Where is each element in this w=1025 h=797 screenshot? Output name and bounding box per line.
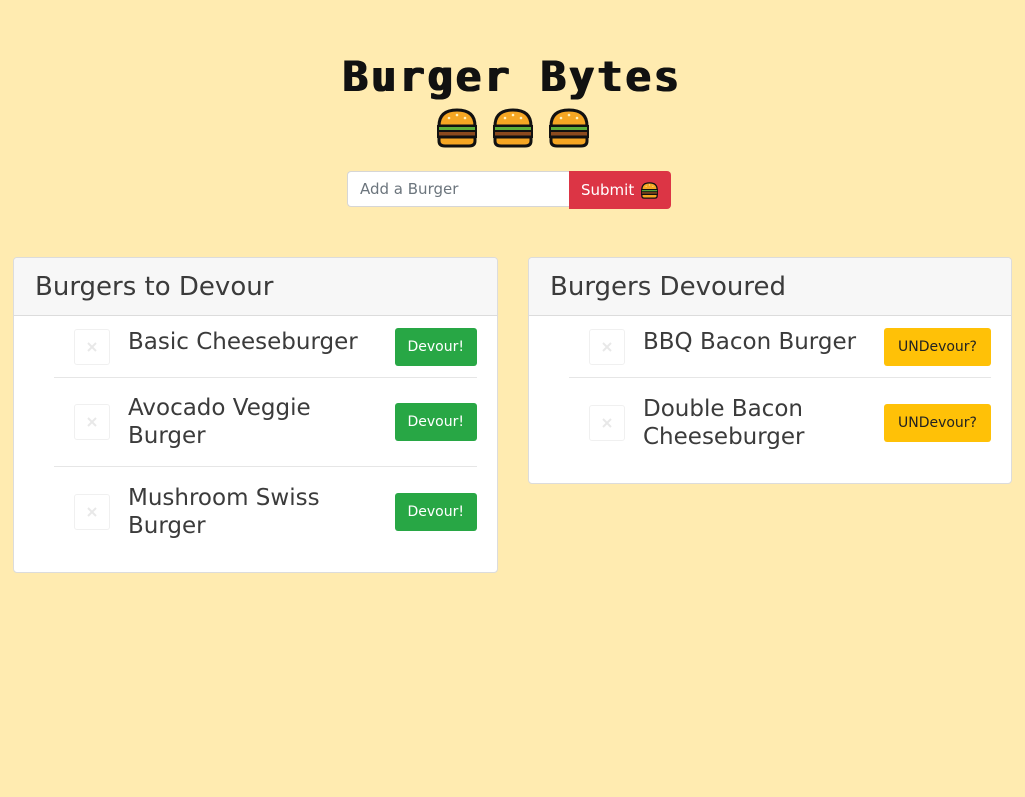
burgers-devoured-card: Burgers Devoured BBQ Bacon Burger UNDevo…: [528, 257, 1012, 484]
devour-button[interactable]: Devour!: [394, 492, 477, 531]
list-item: Basic Cheeseburger Devour!: [54, 316, 477, 378]
burger-name: Mushroom Swiss Burger: [128, 484, 320, 539]
devour-button[interactable]: Devour!: [394, 327, 477, 366]
burger-name: Double Bacon Cheeseburger: [643, 395, 805, 450]
burger-icon: [491, 108, 535, 148]
submit-button[interactable]: Submit: [569, 171, 672, 209]
add-burger-input[interactable]: [347, 171, 569, 207]
list-item: Avocado Veggie Burger Devour!: [54, 378, 477, 467]
burgers-to-devour-card: Burgers to Devour Basic Cheeseburger Dev…: [13, 257, 498, 573]
burger-icon-row: [0, 108, 1025, 148]
add-burger-form: Submit: [347, 171, 672, 209]
list-item: Double Bacon Cheeseburger UNDevour?: [569, 378, 991, 467]
list-item: Mushroom Swiss Burger Devour!: [54, 467, 477, 556]
burgers-to-devour-list: Basic Cheeseburger Devour! Avocado Veggi…: [14, 316, 497, 556]
broken-image-icon: [589, 404, 625, 441]
card-heading: Burgers to Devour: [14, 258, 497, 316]
burger-name: Avocado Veggie Burger: [128, 395, 311, 449]
broken-image-icon: [74, 328, 110, 365]
undevour-button[interactable]: UNDevour?: [883, 327, 991, 366]
submit-label: Submit: [581, 181, 635, 199]
burger-icon: [547, 108, 591, 148]
burger-icon: [435, 108, 479, 148]
broken-image-icon: [589, 328, 625, 365]
page-title: Burger Bytes: [342, 52, 683, 101]
broken-image-icon: [74, 493, 110, 530]
burgers-devoured-list: BBQ Bacon Burger UNDevour? Double Bacon …: [529, 316, 1011, 467]
broken-image-icon: [74, 404, 110, 440]
burger-name: BBQ Bacon Burger: [643, 328, 857, 355]
burger-name: Basic Cheeseburger: [128, 328, 358, 355]
undevour-button[interactable]: UNDevour?: [883, 403, 991, 442]
card-heading: Burgers Devoured: [529, 258, 1011, 316]
devour-button[interactable]: Devour!: [394, 403, 477, 441]
burger-icon: [640, 182, 659, 199]
list-item: BBQ Bacon Burger UNDevour?: [569, 316, 991, 378]
